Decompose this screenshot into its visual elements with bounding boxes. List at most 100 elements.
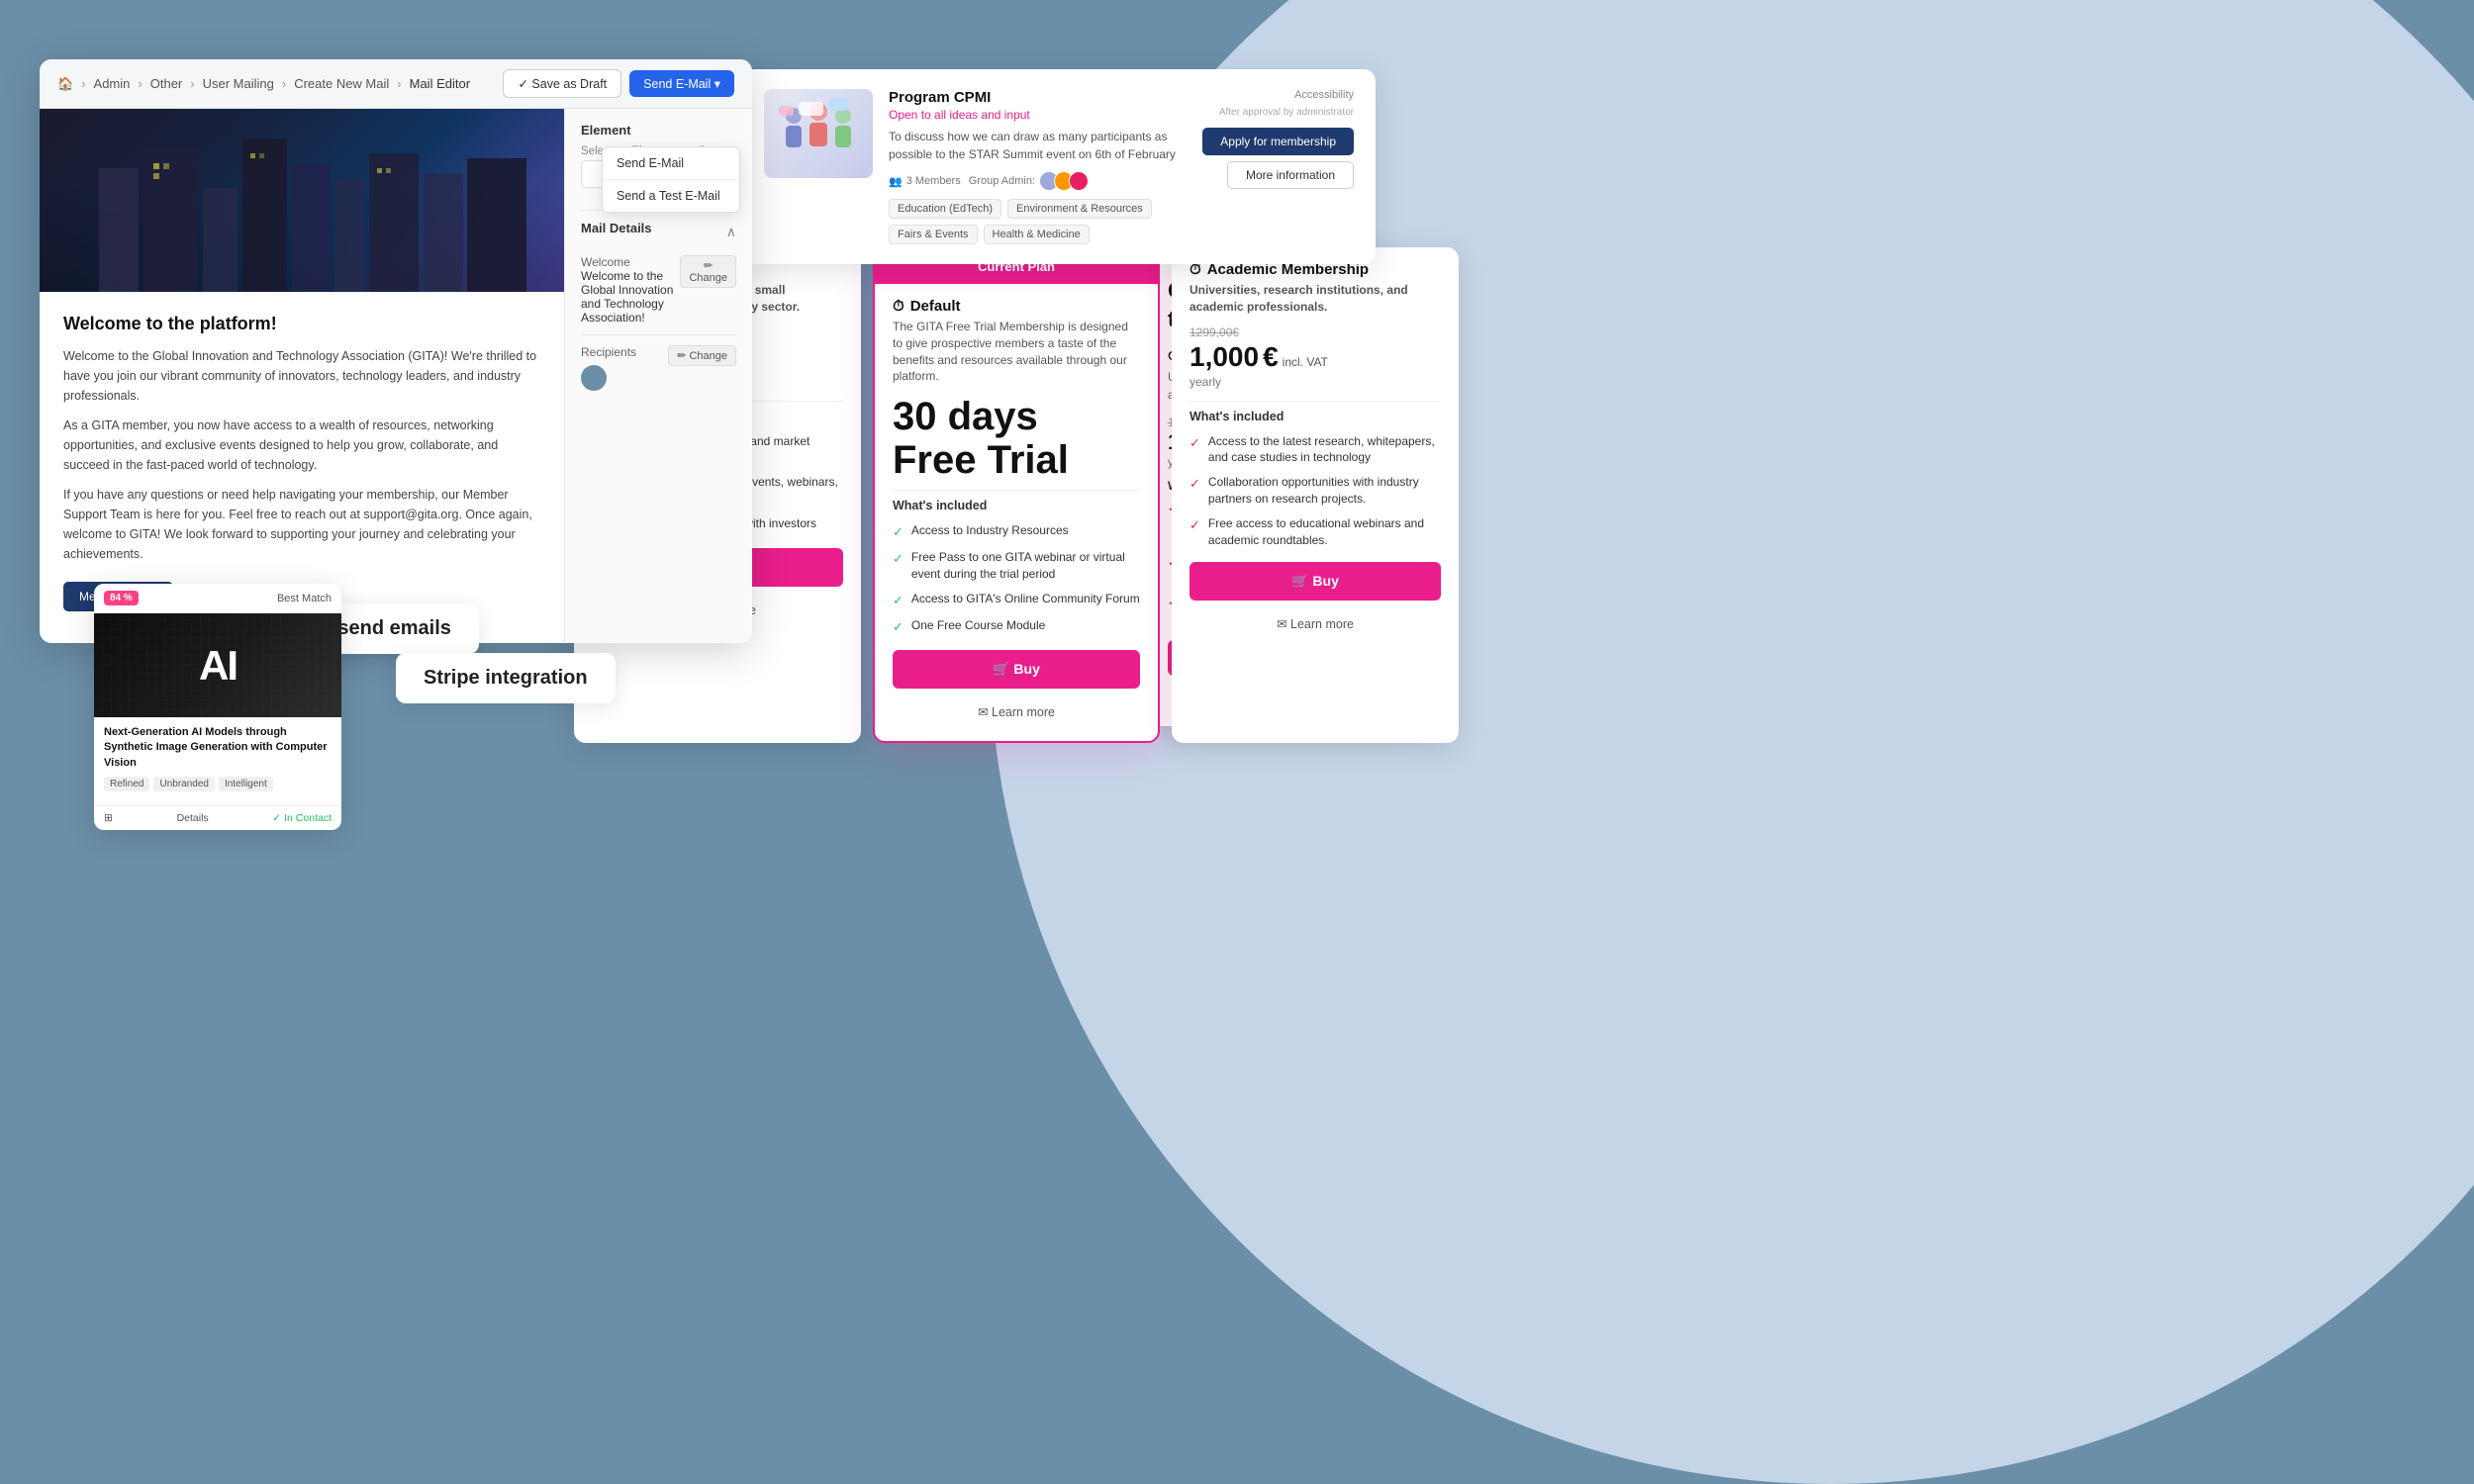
recipients-change-button[interactable]: ✏ Change [668,345,736,366]
program-card-right: Accessibility After approval by administ… [1202,89,1354,189]
default-clock-icon: ⏱ [893,298,904,315]
save-draft-button[interactable]: ✓ Save as Draft [503,69,621,98]
tag-fairs: Fairs & Events [889,225,978,244]
tag-edtech: Education (EdTech) [889,199,1001,219]
recipients-label: Recipients [581,345,650,359]
default-features: ✓ Access to Industry Resources ✓ Free Pa… [893,522,1140,636]
green-check-2: ✓ [893,550,904,568]
default-free-trial: 30 days Free Trial [893,395,1140,482]
program-tags: Education (EdTech) Environment & Resourc… [889,199,1202,244]
breadcrumb-user-mailing[interactable]: User Mailing [203,76,274,91]
accessibility-label: Accessibility [1294,89,1354,101]
welcome-change-button[interactable]: ✏ Change [680,255,736,288]
mail-preview: Welcome to the platform! Welcome to the … [40,109,564,643]
academic-check-3: ✓ [1189,516,1200,534]
element-section-title: Element [581,123,736,138]
welcome-label: Welcome [581,255,680,269]
academic-card-body: ⏱ Academic Membership Universities, rese… [1172,247,1459,653]
program-content: Program CPMI Open to all ideas and input… [889,89,1202,244]
stripe-caption: Stripe integration [396,653,616,703]
recipient-avatar-1 [581,365,607,391]
members-icon: 👥 [889,175,903,188]
ai-details-icon: ⊞ [104,812,113,824]
breadcrumb-other[interactable]: Other [150,76,183,91]
program-meta: 👥 3 Members Group Admin: [889,171,1202,191]
academic-feature-3: ✓ Free access to educational webinars an… [1189,515,1441,549]
breadcrumb-bar: 🏠 › Admin › Other › User Mailing › Creat… [40,59,752,109]
ai-details-link[interactable]: Details [177,812,209,824]
ai-best-match-label: Best Match [277,593,332,604]
ai-match-badge: 84 % [104,591,139,605]
academic-features: ✓ Access to the latest research, whitepa… [1189,433,1441,549]
ai-match-header: 84 % Best Match [94,584,341,613]
ai-match-content: Next-Generation AI Models through Synthe… [94,717,341,805]
academic-price: 1,000 € incl. VAT [1189,341,1441,373]
default-pricing-card: Current Plan ⏱ Default The GITA Free Tri… [873,247,1160,743]
ai-large-text: AI [199,642,237,690]
ai-tag-refined: Refined [104,777,149,791]
building-svg [40,109,564,292]
default-plan-name: ⏱ Default [893,298,1140,315]
program-card-inner: Program CPMI Open to all ideas and input… [764,89,1202,244]
mail-preview-paragraph3: If you have any questions or need help n… [63,485,540,564]
collapse-icon[interactable]: ∧ [726,224,736,240]
program-subtitle: Open to all ideas and input [889,108,1202,122]
tag-health: Health & Medicine [984,225,1090,244]
more-info-button[interactable]: More information [1227,161,1354,189]
accessibility-sub: After approval by administrator [1219,107,1354,118]
program-image [764,89,873,178]
default-feature-1: ✓ Access to Industry Resources [893,522,1140,541]
group-admin: Group Admin: [969,171,1089,191]
recipients-row: Recipients ✏ Change [581,345,736,391]
mail-details-title: Mail Details [581,221,652,235]
mail-preview-title: Welcome to the platform! [63,314,540,334]
default-buy-button[interactable]: 🛒 Buy [893,650,1140,689]
green-check-1: ✓ [893,523,904,541]
academic-feature-2: ✓ Collaboration opportunities with indus… [1189,474,1441,508]
default-plan-subtitle: The GITA Free Trial Membership is design… [893,319,1140,385]
ai-match-image: AI [94,613,341,717]
default-feature-3: ✓ Access to GITA's Online Community Foru… [893,591,1140,609]
mail-editor-card: 🏠 › Admin › Other › User Mailing › Creat… [40,59,752,643]
mail-preview-paragraph2: As a GITA member, you now have access to… [63,416,540,475]
default-learn-more-button[interactable]: ✉ Learn more [893,696,1140,727]
avatar-3 [1069,171,1089,191]
academic-check-1: ✓ [1189,434,1200,452]
program-card: Program CPMI Open to all ideas and input… [742,69,1376,264]
academic-pricing-card: ⏱ Academic Membership Universities, rese… [1172,247,1459,743]
default-included-title: What's included [893,499,1140,512]
ai-in-contact: ✓ In Contact [272,812,332,824]
breadcrumb-admin[interactable]: Admin [94,76,131,91]
academic-check-2: ✓ [1189,475,1200,493]
academic-buy-button[interactable]: 🛒 Buy [1189,562,1441,601]
send-email-button[interactable]: Send E-Mail ▾ [629,70,734,97]
default-card-body: ⏱ Default The GITA Free Trial Membership… [875,284,1158,741]
apply-membership-button[interactable]: Apply for membership [1202,128,1354,155]
academic-included-title: What's included [1189,410,1441,423]
mail-preview-paragraph1: Welcome to the Global Innovation and Tec… [63,346,540,406]
ai-match-footer: ⊞ Details ✓ In Contact [94,805,341,830]
send-email-option[interactable]: Send E-Mail [603,147,739,179]
program-title: Program CPMI [889,89,1202,106]
academic-period: yearly [1189,375,1441,389]
ai-tag-intelligent: Intelligent [219,777,273,791]
default-feature-4: ✓ One Free Course Module [893,617,1140,636]
green-check-3: ✓ [893,592,904,609]
admin-avatars [1039,171,1089,191]
welcome-row: Welcome Welcome to the Global Innovation… [581,255,736,325]
ai-match-title: Next-Generation AI Models through Synthe… [104,725,332,771]
academic-feature-1: ✓ Access to the latest research, whitepa… [1189,433,1441,467]
green-check-4: ✓ [893,618,904,636]
breadcrumb-create-new-mail[interactable]: Create New Mail [294,76,389,91]
members-count: 👥 3 Members [889,175,961,188]
academic-original-price: 1299,00€ [1189,325,1441,339]
default-feature-2: ✓ Free Pass to one GITA webinar or virtu… [893,549,1140,583]
program-description: To discuss how we can draw as many parti… [889,128,1202,163]
ai-match-tags: Refined Unbranded Intelligent [104,777,332,791]
send-email-dropdown: Send E-Mail Send a Test E-Mail [602,146,740,213]
send-test-email-option[interactable]: Send a Test E-Mail [603,180,739,212]
tag-environment: Environment & Resources [1007,199,1152,219]
academic-learn-more-button[interactable]: ✉ Learn more [1189,608,1441,639]
mail-preview-content: Welcome to the platform! Welcome to the … [40,292,564,633]
academic-plan-subtitle: Universities, research institutions, and… [1189,282,1441,316]
